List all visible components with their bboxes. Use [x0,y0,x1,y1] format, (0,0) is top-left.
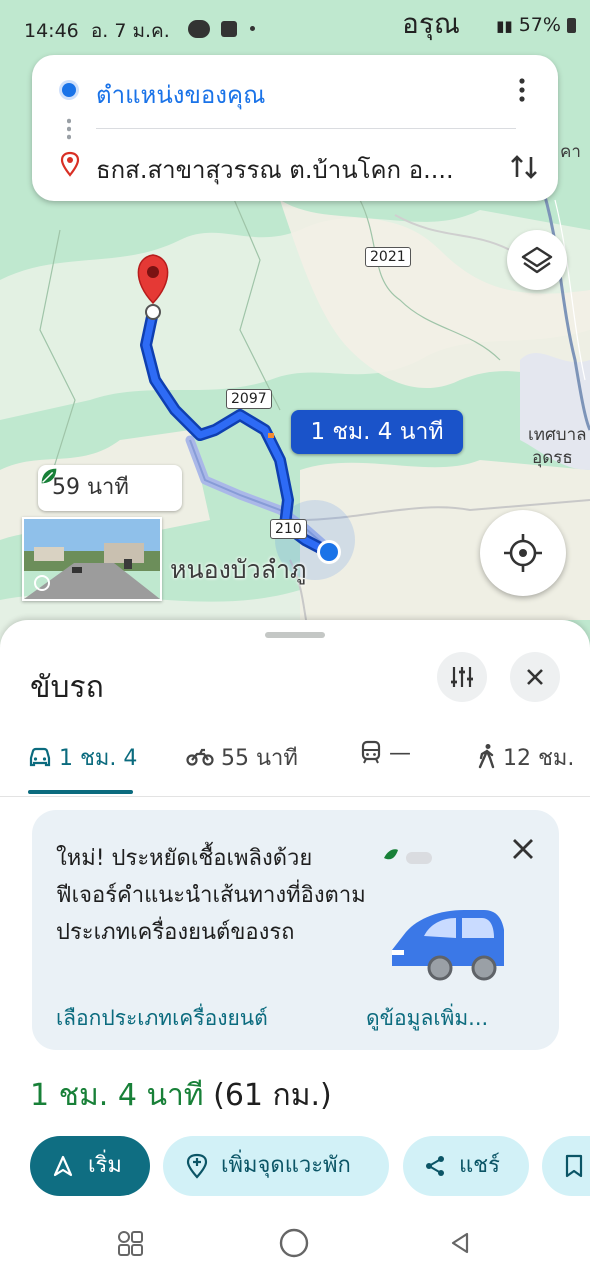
home-icon[interactable] [277,1226,311,1260]
street-view-thumbnail[interactable] [22,517,162,601]
transit-icon [361,740,381,764]
eta-alternate-label: 59 นาที [52,475,129,500]
share-icon [426,1156,444,1176]
eta-alternate-route[interactable]: 59 นาที [38,465,182,511]
place-label-nongbua: หนองบัวลำภู [170,555,307,584]
walk-icon [478,744,495,769]
battery-percent: 57% [518,14,561,36]
directions-sheet: ขับรถ 1 ชม. 4 55 นาที — 12 ชม. ใหม่! ประ… [0,620,590,1280]
drag-handle[interactable] [265,632,325,638]
route-options-button[interactable] [437,652,487,702]
eco-leaf-icon [41,468,57,484]
battery-icon [567,18,576,33]
tab-transit[interactable]: — [360,740,411,766]
fuel-efficient-promo-card: ใหม่! ประหยัดเชื้อเพลิงด้วยฟีเจอร์คำแนะน… [32,810,559,1050]
crosshair-icon [504,534,542,572]
action-buttons-row: เริ่ม เพิ่มจุดแวะพัก แชร์ [0,1136,590,1198]
my-location-button[interactable] [480,510,566,596]
tab-motorbike-label: 55 นาที [221,746,298,771]
close-sheet-button[interactable] [510,652,560,702]
gallery-icon [221,20,238,37]
destination-pin-icon [60,151,80,177]
promo-message: ใหม่! ประหยัดเชื้อเพลิงด้วยฟีเจอร์คำแนะน… [56,846,366,945]
electric-car-illustration [384,849,504,981]
tab-driving[interactable]: 1 ชม. 4 [28,740,137,775]
tab-walking[interactable]: 12 ชม. [478,740,574,775]
line-app-icon [188,19,210,38]
status-right-group: ▮▮ 57% [496,14,576,36]
choose-engine-type-link[interactable]: เลือกประเภทเครื่องยนต์ [56,1002,268,1035]
layers-icon [521,246,553,274]
more-vert-icon [519,78,525,102]
more-notifications-dot-icon [250,26,256,31]
map-label-edge: คา [560,142,581,162]
route-shield-210: 210 [270,519,307,539]
route-summary: 1 ชม. 4 นาที (61 กม.) [30,1072,332,1119]
active-tab-indicator [28,790,133,794]
tab-transit-label: — [389,741,411,766]
more-options-button[interactable] [512,75,532,105]
layers-button[interactable] [507,230,567,290]
directions-card: ตำแหน่งของคุณ ธกส.สาขาสุวรรณ ต.บ้านโคก อ… [32,55,558,201]
map-top-label: อรุณ [402,7,460,40]
route-connector-dots [67,117,71,141]
card-divider [96,128,516,129]
route-duration: 1 ชม. 4 นาที [30,1078,204,1113]
motorbike-icon [186,748,214,766]
status-time: 14:46 อ. 7 ม.ค. [24,16,170,46]
tab-motorbike[interactable]: 55 นาที [186,740,298,775]
travel-mode-tabs: 1 ชม. 4 55 นาที — 12 ชม. [0,720,590,797]
origin-field[interactable]: ตำแหน่งของคุณ [96,75,265,114]
recent-apps-icon[interactable] [115,1228,145,1258]
travel-mode-title: ขับรถ [30,670,104,705]
add-stop-button[interactable]: เพิ่มจุดแวะพัก [163,1136,389,1196]
start-navigation-button[interactable]: เริ่ม [30,1136,150,1196]
bookmark-icon [565,1154,583,1178]
origin-dot-icon [62,83,76,97]
navigation-arrow-icon [53,1155,73,1177]
tab-driving-label: 1 ชม. 4 [59,746,138,771]
status-clock: 14:46 [24,20,79,42]
eta-selected-route[interactable]: 1 ชม. 4 นาที [291,410,463,454]
status-date: อ. 7 ม.ค. [90,20,170,42]
back-icon[interactable] [445,1228,475,1258]
tune-icon [451,667,473,687]
tab-walking-label: 12 ชม. [503,746,575,771]
learn-more-link[interactable]: ดูข้อมูลเพิ่ม... [366,1002,488,1035]
route-shield-2021: 2021 [365,247,411,267]
add-stop-label: เพิ่มจุดแวะพัก [221,1153,351,1178]
share-button[interactable]: แชร์ [403,1136,529,1196]
route-shield-2097: 2097 [226,389,272,409]
destination-field[interactable]: ธกส.สาขาสุวรรณ ต.บ้านโคก อ.... [96,150,454,189]
car-icon [29,747,51,767]
route-distance: (61 กม.) [213,1078,332,1113]
notification-icons [188,18,256,38]
close-icon [527,669,543,685]
signal-icon: ▮▮ [496,17,513,35]
start-label: เริ่ม [88,1153,122,1178]
status-bar: 14:46 อ. 7 ม.ค. อรุณ ▮▮ 57% [0,0,590,56]
share-label: แชร์ [459,1153,500,1178]
swap-direction-button[interactable] [504,147,544,187]
add-location-icon [186,1153,208,1179]
street-view-image [24,519,160,599]
map-label-udon: อุดรธ [532,448,573,468]
save-button[interactable] [542,1136,590,1196]
system-navigation-bar [0,1210,590,1280]
